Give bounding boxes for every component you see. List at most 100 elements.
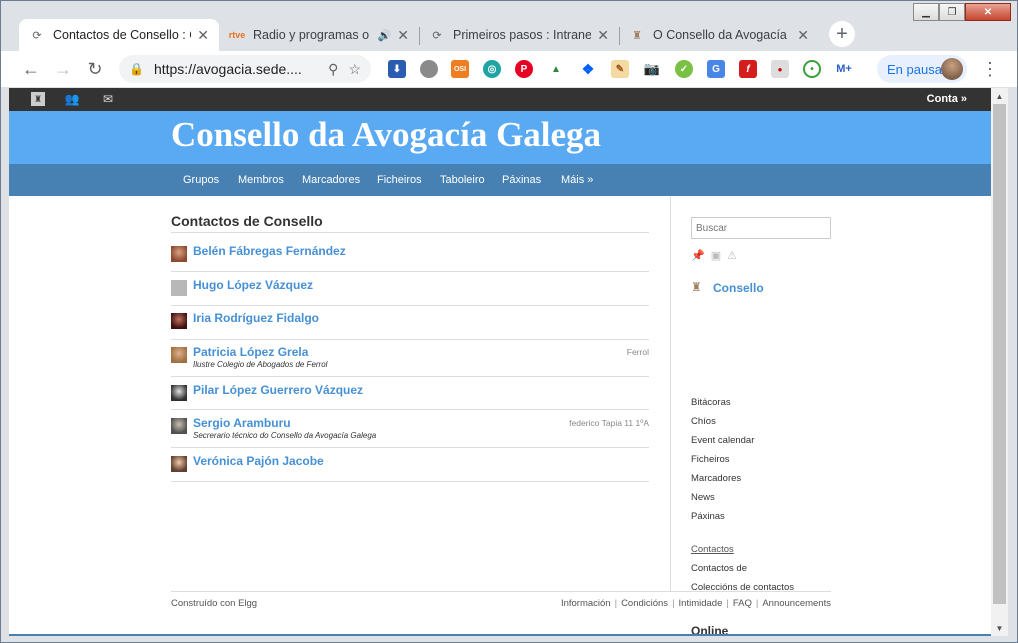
back-button[interactable]: ← — [19, 57, 43, 81]
messages-icon[interactable]: ✉ — [101, 92, 115, 106]
sidebar-item-chios[interactable]: Chíos — [691, 416, 716, 427]
profile-avatar — [941, 58, 963, 80]
page-tools: 📌 ▣ ⚠ — [691, 249, 737, 262]
nav-mais[interactable]: Máis » — [561, 174, 593, 186]
sidebar-item-marcadores[interactable]: Marcadores — [691, 473, 741, 484]
contact-name[interactable]: Verónica Pajón Jacobe — [193, 454, 324, 468]
footer-link-intimidade[interactable]: Intimidade — [679, 598, 723, 609]
reload-button[interactable]: ↻ — [83, 57, 107, 81]
page-title: Contactos de Consello — [171, 213, 323, 229]
footer-link-condicions[interactable]: Condicións — [621, 598, 668, 609]
pin-icon[interactable]: 📌 — [691, 249, 705, 262]
avatar[interactable] — [171, 313, 187, 329]
close-tab-icon[interactable]: ✕ — [797, 27, 809, 44]
new-tab-button[interactable]: + — [829, 21, 855, 47]
sidebar-item-contactos[interactable]: Contactos — [691, 544, 734, 555]
tab-radio[interactable]: rtve Radio y programas o 🔊 ✕ — [219, 19, 419, 51]
close-tab-icon[interactable]: ✕ — [397, 27, 409, 44]
frog-extension-icon[interactable]: • — [803, 60, 821, 78]
nav-grupos[interactable]: Grupos — [183, 174, 219, 186]
footer-link-announcements[interactable]: Announcements — [762, 598, 831, 609]
tab-title: Radio y programas o — [253, 28, 370, 42]
nav-paxinas[interactable]: Páxinas — [502, 174, 541, 186]
movistar-extension-icon[interactable]: M+ — [835, 60, 853, 78]
camera-extension-icon[interactable]: 📷 — [643, 60, 661, 78]
scroll-down-icon[interactable]: ▼ — [991, 620, 1008, 636]
rss-icon[interactable]: ▣ — [711, 249, 721, 262]
nav-ficheiros[interactable]: Ficheiros — [377, 174, 422, 186]
consello-crest-icon: ♜ — [632, 29, 642, 42]
close-tab-icon[interactable]: ✕ — [197, 27, 209, 44]
browser-menu-icon[interactable]: ⋮ — [981, 59, 999, 80]
tab-contactos[interactable]: ⟳ Contactos de Consello : C ✕ — [19, 19, 219, 51]
speaker-icon[interactable]: 🔊 — [378, 29, 392, 42]
group-name[interactable]: Consello — [713, 281, 764, 295]
contact-name[interactable]: Iria Rodríguez Fidalgo — [193, 311, 319, 325]
divider — [171, 339, 649, 340]
avatar[interactable] — [171, 280, 187, 296]
flash-extension-icon[interactable]: f — [739, 60, 757, 78]
sidebar-item-bitacoras[interactable]: Bitácoras — [691, 397, 731, 408]
contact-name[interactable]: Pilar López Guerrero Vázquez — [193, 383, 363, 397]
friends-icon[interactable]: 👥 — [65, 92, 80, 106]
sidebar-item-paxinas[interactable]: Páxinas — [691, 511, 725, 522]
sidebar-item-event-calendar[interactable]: Event calendar — [691, 435, 754, 446]
avatar[interactable] — [171, 456, 187, 472]
record-extension-icon[interactable]: ● — [771, 60, 789, 78]
tab-consello[interactable]: ♜ O Consello da Avogacía C ✕ — [619, 19, 819, 51]
contact-name[interactable]: Sergio Aramburu — [193, 416, 291, 430]
elgg-icon: ⟳ — [32, 29, 42, 42]
globe-extension-icon[interactable]: ◎ — [483, 60, 501, 78]
sidebar-divider — [670, 196, 671, 591]
contact-name[interactable]: Hugo López Vázquez — [193, 278, 313, 292]
contact-name[interactable]: Patricia López Grela — [193, 345, 308, 359]
pinterest-extension-icon[interactable]: P — [515, 60, 533, 78]
page-viewport: ♜ 👥 ✉ Conta » Consello da Avogacía Galeg… — [9, 88, 991, 636]
site-title[interactable]: Consello da Avogacía Galega — [171, 115, 601, 155]
pocket-extension-icon[interactable]: ⬇ — [388, 60, 406, 78]
site-logo-icon[interactable]: ♜ — [31, 92, 45, 106]
browser-toolbar: ← → ↻ 🔒 https://avogacia.sede.... ⚲ ☆ ⬇ … — [1, 51, 1017, 87]
contact-brief: Secrerario técnico do Consello da Avogac… — [193, 431, 377, 440]
search-input[interactable] — [691, 217, 831, 239]
account-menu[interactable]: Conta » — [927, 93, 967, 105]
powered-by[interactable]: Construído con Elgg — [171, 598, 257, 609]
nav-marcadores[interactable]: Marcadores — [302, 174, 360, 186]
tree-extension-icon[interactable]: ▲ — [547, 60, 565, 78]
avatar[interactable] — [171, 385, 187, 401]
sidebar-item-contactos-de[interactable]: Contactos de — [691, 563, 747, 574]
contact-name[interactable]: Belén Fábregas Fernández — [193, 244, 346, 258]
avatar[interactable] — [171, 418, 187, 434]
sidebar-item-news[interactable]: News — [691, 492, 715, 503]
tab-primeiros[interactable]: ⟳ Primeiros pasos : Intranet ✕ — [419, 19, 619, 51]
address-bar[interactable]: 🔒 https://avogacia.sede.... ⚲ ☆ — [119, 55, 371, 83]
site-header: Consello da Avogacía Galega — [9, 111, 991, 164]
divider — [171, 376, 649, 377]
sidebar-item-ficheiros[interactable]: Ficheiros — [691, 454, 730, 465]
nav-taboleiro[interactable]: Taboleiro — [440, 174, 485, 186]
notes-extension-icon[interactable]: ✎ — [611, 60, 629, 78]
avatar[interactable] — [171, 347, 187, 363]
check-extension-icon[interactable]: ✓ — [675, 60, 693, 78]
avatar[interactable] — [171, 246, 187, 262]
zoom-icon[interactable]: ⚲ — [328, 61, 338, 78]
forward-button[interactable]: → — [51, 57, 75, 81]
footer-link-informacion[interactable]: Información — [561, 598, 611, 609]
consello-crest-icon[interactable]: ♜ — [691, 280, 707, 296]
page-scrollbar[interactable]: ▲ ▼ — [991, 88, 1008, 636]
bookmark-star-icon[interactable]: ☆ — [348, 61, 361, 78]
chat-extension-icon[interactable] — [420, 60, 438, 78]
separator: | — [614, 598, 618, 609]
close-tab-icon[interactable]: ✕ — [597, 27, 609, 44]
report-warning-icon[interactable]: ⚠ — [727, 249, 737, 262]
nav-membros[interactable]: Membros — [238, 174, 284, 186]
osi-extension-icon[interactable]: OSI — [451, 60, 469, 78]
dropbox-extension-icon[interactable]: ❖ — [579, 60, 597, 78]
footer-link-faq[interactable]: FAQ — [733, 598, 752, 609]
lock-icon: 🔒 — [129, 62, 144, 76]
translate-extension-icon[interactable]: G — [707, 60, 725, 78]
site-nav: Grupos Membros Marcadores Ficheiros Tabo… — [9, 164, 991, 196]
scroll-up-icon[interactable]: ▲ — [991, 88, 1008, 104]
scroll-thumb[interactable] — [993, 104, 1006, 604]
profile-button[interactable]: En pausa — [877, 55, 967, 83]
